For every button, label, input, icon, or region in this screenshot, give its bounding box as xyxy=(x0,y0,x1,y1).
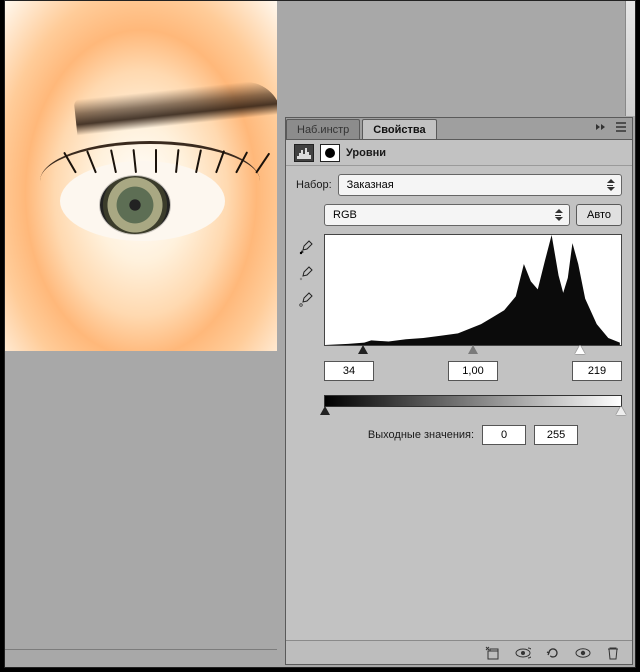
output-slider-black[interactable] xyxy=(320,406,330,415)
channel-row: RGB Авто xyxy=(296,204,622,226)
output-row: Выходные значения: 0 255 xyxy=(324,425,622,445)
collapse-icon[interactable] xyxy=(594,120,608,134)
histogram-wrap: 34 1,00 219 Выходные значения: 0 255 xyxy=(324,234,622,445)
output-black-field[interactable]: 0 xyxy=(482,425,526,445)
slider-gray[interactable] xyxy=(468,345,478,354)
slider-black[interactable] xyxy=(358,345,368,354)
eyedropper-black-icon[interactable] xyxy=(296,238,316,258)
preset-row: Набор: Заказная xyxy=(296,174,622,196)
channel-value: RGB xyxy=(333,209,357,221)
auto-button[interactable]: Авто xyxy=(576,204,622,226)
eyedropper-group xyxy=(296,234,318,445)
trash-icon[interactable] xyxy=(604,644,622,662)
tab-tool-presets[interactable]: Наб.инстр xyxy=(286,119,360,139)
output-slider-white[interactable] xyxy=(616,406,626,415)
output-label: Выходные значения: xyxy=(368,429,474,441)
properties-panel: Наб.инстр Свойства Уровни Набор: xyxy=(285,117,633,665)
document-canvas[interactable] xyxy=(5,1,277,351)
canvas-area[interactable] xyxy=(5,1,281,667)
input-mid-field[interactable]: 1,00 xyxy=(448,361,498,381)
panel-body: Набор: Заказная RGB Авто xyxy=(286,166,632,640)
levels-icon[interactable] xyxy=(294,144,314,162)
preset-label: Набор: xyxy=(296,179,332,191)
app-frame: Наб.инстр Свойства Уровни Набор: xyxy=(4,0,636,668)
eyedropper-gray-icon[interactable] xyxy=(296,264,316,284)
channel-select[interactable]: RGB xyxy=(324,204,570,226)
tab-properties[interactable]: Свойства xyxy=(362,119,436,139)
image-content xyxy=(74,78,277,135)
panel-title: Уровни xyxy=(346,147,386,159)
panel-menu-icon[interactable] xyxy=(614,120,628,134)
input-white-field[interactable]: 219 xyxy=(572,361,622,381)
status-bar xyxy=(5,649,277,667)
histogram[interactable] xyxy=(324,234,622,346)
slider-white[interactable] xyxy=(575,345,585,354)
image-content xyxy=(65,149,265,189)
output-white-field[interactable]: 255 xyxy=(534,425,578,445)
reset-icon[interactable] xyxy=(544,644,562,662)
panel-header: Уровни xyxy=(286,140,632,166)
input-black-field[interactable]: 34 xyxy=(324,361,374,381)
output-gradient[interactable] xyxy=(324,395,622,407)
preset-value: Заказная xyxy=(347,179,394,191)
view-previous-icon[interactable] xyxy=(514,644,532,662)
levels-area: 34 1,00 219 Выходные значения: 0 255 xyxy=(296,234,622,445)
mask-icon[interactable] xyxy=(320,144,340,162)
panel-footer xyxy=(286,640,632,664)
visibility-icon[interactable] xyxy=(574,644,592,662)
input-sliders xyxy=(324,345,622,357)
input-values: 34 1,00 219 xyxy=(324,361,622,381)
scrollbar-vertical[interactable] xyxy=(625,1,635,116)
clip-to-layer-icon[interactable] xyxy=(484,644,502,662)
eyedropper-white-icon[interactable] xyxy=(296,290,316,310)
preset-select[interactable]: Заказная xyxy=(338,174,622,196)
panel-tabs: Наб.инстр Свойства xyxy=(286,118,632,140)
